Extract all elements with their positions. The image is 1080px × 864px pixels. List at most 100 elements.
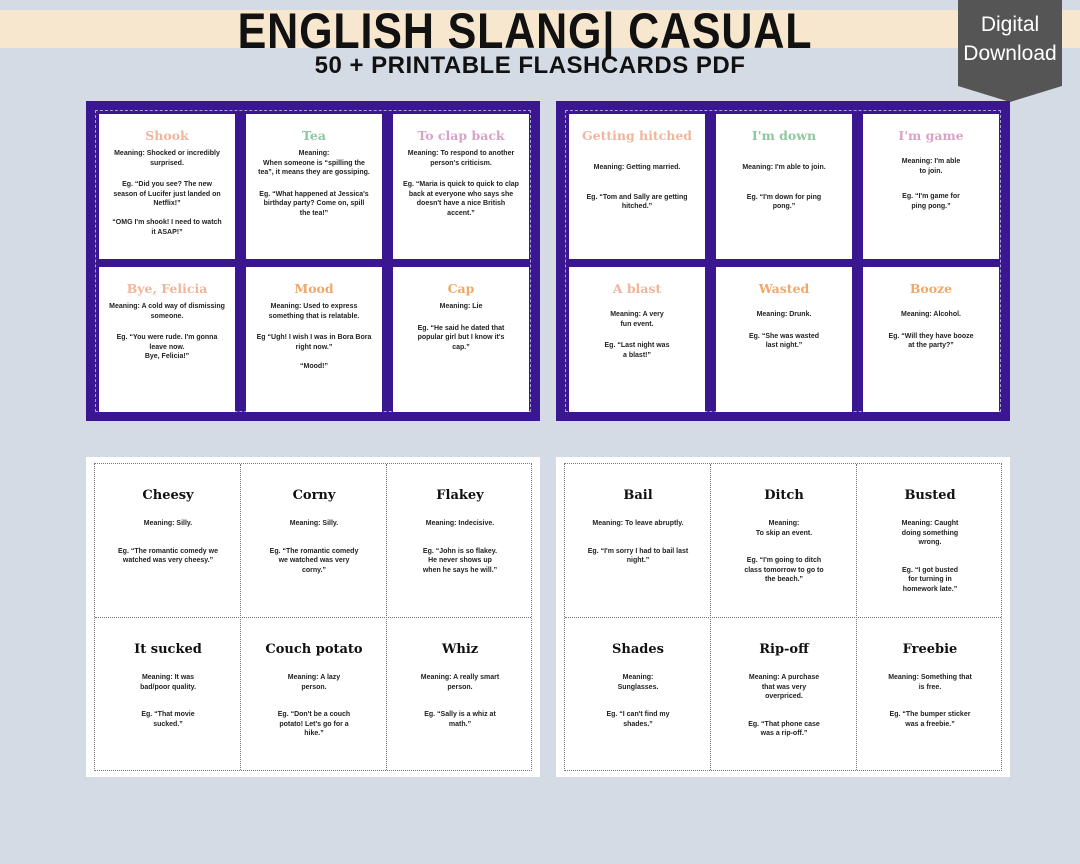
flashcard: Freebie Meaning: Something that is free.… (857, 618, 1003, 770)
flashcard: Whiz Meaning: A really smart person. Eg.… (387, 618, 533, 770)
flashcard-sheet-4: Bail Meaning: To leave abruptly. Eg. “I'… (556, 457, 1010, 777)
flashcard: Bail Meaning: To leave abruptly. Eg. “I'… (565, 464, 711, 616)
flashcard-sheet-3: Cheesy Meaning: Silly. Eg. “The romantic… (86, 457, 540, 777)
flashcard: I'm down Meaning: I'm able to join. Eg. … (716, 114, 852, 259)
sheet-cut-border: Cheesy Meaning: Silly. Eg. “The romantic… (94, 463, 532, 771)
card-meaning: Meaning: Sunglasses. (617, 674, 659, 691)
flashcard: Bye, Felicia Meaning: A cold way of dism… (99, 267, 235, 412)
card-meaning: Meaning: Silly. (289, 520, 339, 527)
card-meaning: Meaning: Lie (439, 303, 483, 310)
card-term: Whiz (441, 642, 479, 657)
card-meaning: Meaning: Shocked or incredibly surprised… (114, 150, 220, 167)
flashcard: Couch potato Meaning: A lazy person. Eg.… (241, 618, 387, 770)
card-example: Eg. “I'm game for ping pong.” (902, 193, 960, 210)
card-term: Wasted (758, 281, 810, 296)
card-example: Eg. “I'm down for ping pong.” (746, 193, 822, 211)
card-example: Eg. “Last night was a blast!” (604, 342, 670, 359)
card-term: Freebie (902, 642, 958, 657)
card-term: Booze (909, 281, 953, 296)
card-example: Eg “Ugh! I wish I was in Bora Bora right… (256, 334, 372, 370)
sheet-dashed-border: Getting hitched Meaning: Getting married… (565, 110, 1001, 412)
card-example: Eg. “The romantic comedy we watched was … (269, 547, 359, 574)
card-meaning: Meaning: A lazy person. (287, 674, 341, 691)
card-example: Eg. “I'm sorry I had to bail last night.… (587, 547, 689, 565)
card-meaning: Meaning: Caught doing something wrong. (901, 520, 959, 546)
card-meaning: Meaning: I'm able to join. (742, 164, 826, 171)
flashcard-sheet-2: Getting hitched Meaning: Getting married… (556, 101, 1010, 421)
flashcard-sheet-1: Shook Meaning: Shocked or incredibly sur… (86, 101, 540, 421)
card-meaning: Meaning: A purchase that was very overpr… (748, 674, 820, 700)
flashcard: Corny Meaning: Silly. Eg. “The romantic … (241, 464, 387, 616)
card-meaning: Meaning: Indecisive. (425, 520, 495, 527)
card-term: Cap (447, 281, 475, 296)
flashcard: Cheesy Meaning: Silly. Eg. “The romantic… (95, 464, 241, 616)
flashcard: Booze Meaning: Alcohol. Eg. “Will they h… (863, 267, 999, 412)
badge-label: Digital Download (963, 13, 1057, 65)
flashcard: Flakey Meaning: Indecisive. Eg. “John is… (387, 464, 533, 616)
card-meaning: Meaning: Something that is free. (888, 674, 972, 691)
card-term: To clap back (417, 128, 505, 143)
flashcard: I'm game Meaning: I'm able to join. Eg. … (863, 114, 999, 259)
flashcard: Tea Meaning: When someone is “spilling t… (246, 114, 382, 259)
flashcard: Busted Meaning: Caught doing something w… (857, 464, 1003, 616)
card-example: Eg. “I'm going to ditch class tomorrow t… (744, 557, 824, 583)
flashcard: Rip-off Meaning: A purchase that was ver… (711, 618, 857, 770)
card-meaning: Meaning: A cold way of dismissing someon… (109, 303, 225, 320)
card-term: Couch potato (265, 642, 363, 657)
card-term: It sucked (134, 642, 202, 657)
card-term: Busted (904, 488, 956, 503)
page-subtitle: 50 + PRINTABLE FLASHCARDS PDF (314, 52, 746, 79)
card-example: Eg. “John is so flakey. He never shows u… (422, 547, 498, 574)
card-term: Cheesy (142, 488, 194, 503)
card-term: Corny (292, 488, 336, 503)
card-meaning: Meaning: Alcohol. (900, 311, 962, 318)
card-term: I'm game (898, 128, 964, 143)
card-example: Eg. “You were rude. I'm gonna leave now.… (116, 334, 218, 360)
card-example: Eg. “She was wasted last night.” (748, 332, 820, 350)
card-example: Eg. “What happened at Jessica's birthday… (259, 190, 369, 217)
card-term: Shook (145, 128, 189, 143)
card-example: Eg. “Did you see? The new season of Luci… (112, 181, 222, 236)
card-term: I'm down (751, 128, 817, 143)
card-meaning: Meaning: When someone is “spilling the t… (258, 150, 370, 176)
card-meaning: Meaning: Getting married. (593, 164, 681, 171)
card-example: Eg. “Will they have booze at the party?” (888, 332, 974, 350)
sheet-dashed-border: Shook Meaning: Shocked or incredibly sur… (95, 110, 531, 412)
flashcard: Mood Meaning: Used to express something … (246, 267, 382, 412)
card-meaning: Meaning: Silly. (143, 520, 193, 527)
card-example: Eg. “That phone case was a rip-off.” (748, 720, 820, 738)
card-meaning: Meaning: It was bad/poor quality. (140, 674, 196, 691)
card-example: Eg. “Maria is quick to quick to clap bac… (403, 181, 519, 217)
card-meaning: Meaning: A really smart person. (420, 674, 500, 691)
card-meaning: Meaning: Used to express something that … (268, 303, 360, 320)
card-meaning: Meaning: Drunk. (756, 311, 812, 318)
sheet-cut-border: Bail Meaning: To leave abruptly. Eg. “I'… (564, 463, 1002, 771)
flashcard: Wasted Meaning: Drunk. Eg. “She was wast… (716, 267, 852, 412)
card-term: A blast (612, 281, 662, 296)
card-meaning: Meaning: To respond to another person's … (407, 150, 515, 167)
card-example: Eg. “That movie sucked.” (141, 711, 195, 728)
flashcard: Shades Meaning: Sunglasses. Eg. “I can't… (565, 618, 711, 770)
card-term: Shades (612, 642, 664, 657)
card-term: Mood (294, 281, 334, 296)
card-term: Flakey (436, 488, 484, 503)
card-term: Getting hitched (581, 128, 693, 143)
card-meaning: Meaning: To leave abruptly. (592, 520, 684, 527)
card-term: Tea (302, 128, 326, 143)
flashcard: Ditch Meaning: To skip an event. Eg. “I'… (711, 464, 857, 616)
card-example: Eg. “He said he dated that popular girl … (417, 324, 505, 351)
card-example: Eg. “Tom and Sally are getting hitched.” (586, 193, 688, 211)
digital-download-badge: Digital Download (958, 0, 1062, 102)
flashcard: It sucked Meaning: It was bad/poor quali… (95, 618, 241, 770)
card-term: Bail (623, 488, 653, 503)
card-meaning: Meaning: A very fun event. (610, 311, 664, 328)
card-meaning: Meaning: I'm able to join. (901, 158, 961, 175)
card-term: Rip-off (759, 642, 809, 657)
flashcard: To clap back Meaning: To respond to anot… (393, 114, 529, 259)
flashcard: Shook Meaning: Shocked or incredibly sur… (99, 114, 235, 259)
flashcard: Getting hitched Meaning: Getting married… (569, 114, 705, 259)
card-term: Ditch (764, 488, 804, 503)
card-example: Eg. “Sally is a whiz at math.” (424, 711, 496, 728)
card-meaning: Meaning: To skip an event. (755, 520, 813, 537)
card-term: Bye, Felicia (126, 281, 208, 296)
